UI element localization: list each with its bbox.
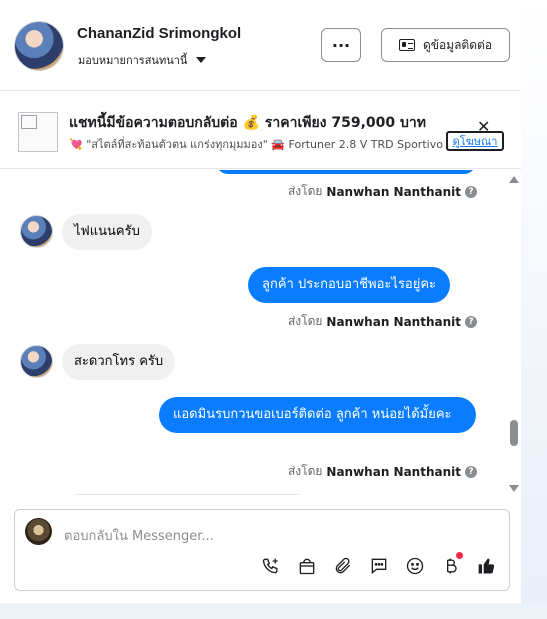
inbox-conversation-panel: ChananZid Srimongkol มอบหมายการสนทนานี้ … <box>0 0 521 603</box>
divider <box>75 494 300 495</box>
sender-name: Nanwhan Nanthanit <box>326 314 461 329</box>
close-icon[interactable]: ✕ <box>477 119 490 135</box>
ad-context-banner: แชทนี้มีข้อความตอบกลับต่อ 💰 ราคาเพียง 75… <box>0 91 521 169</box>
sender-name: Nanwhan Nanthanit <box>326 184 461 199</box>
outgoing-message-bubble[interactable]: ลูกค้า ประกอบอาชีพอะไรอยู่คะ <box>248 267 451 303</box>
assign-label: มอบหมายการสนทนานี้ <box>78 54 188 67</box>
paperclip-icon[interactable] <box>331 554 355 578</box>
outgoing-message-bubble-partial[interactable] <box>216 170 476 174</box>
ad-thumbnail-image <box>18 112 58 152</box>
phone-add-icon[interactable] <box>259 554 283 578</box>
view-ad-link[interactable]: ดูโฆษณา <box>446 131 504 151</box>
baht-icon[interactable] <box>439 552 463 578</box>
message-thread[interactable]: ส่งโดย Nanwhan Nanthanit ? ไฟแนนครับ ลูก… <box>0 170 521 496</box>
info-icon[interactable]: ? <box>465 185 477 198</box>
ad-subtitle: 💘 "สไตล์ที่สะท้อนตัวตน แกร่งทุกมุมมอง" 🚘… <box>69 138 443 151</box>
info-icon[interactable]: ? <box>465 315 477 328</box>
scrollbar-thumb[interactable] <box>510 420 518 446</box>
contact-avatar-small <box>20 345 53 378</box>
sent-by-label: ส่งโดย Nanwhan Nanthanit ? <box>288 182 477 201</box>
notification-dot <box>456 552 463 559</box>
info-icon[interactable]: ? <box>465 465 477 478</box>
id-card-icon <box>398 39 415 51</box>
incoming-message-bubble[interactable]: สะดวกโทร ครับ <box>62 344 176 380</box>
assign-conversation-dropdown[interactable]: มอบหมายการสนทนานี้ <box>78 51 207 69</box>
contact-name[interactable]: ChananZid Srimongkol <box>77 25 241 42</box>
sent-by-prefix: ส่งโดย <box>287 184 323 198</box>
view-contact-info-label: ดูข้อมูลติดต่อ <box>422 37 493 52</box>
sender-name: Nanwhan Nanthanit <box>326 464 461 479</box>
sent-by-prefix: ส่งโดย <box>287 314 323 328</box>
saved-replies-icon[interactable] <box>367 554 391 578</box>
thumbs-up-icon[interactable] <box>475 554 499 578</box>
conversation-header: ChananZid Srimongkol มอบหมายการสนทนานี้ … <box>0 0 521 91</box>
reply-composer: ตอบกลับใน Messenger... <box>14 509 510 591</box>
ad-title: แชทนี้มีข้อความตอบกลับต่อ 💰 ราคาเพียง 75… <box>69 115 427 131</box>
chevron-down-icon <box>196 57 207 63</box>
page-avatar <box>25 518 52 545</box>
contact-avatar[interactable] <box>14 21 64 71</box>
reply-input[interactable]: ตอบกลับใน Messenger... <box>64 525 214 546</box>
contact-avatar-small <box>20 215 53 248</box>
page-edge <box>521 0 547 619</box>
scroll-down-arrow-icon[interactable] <box>509 485 519 492</box>
composer-toolbar <box>259 552 499 578</box>
sent-by-label: ส่งโดย Nanwhan Nanthanit ? <box>288 312 477 331</box>
page-footer-edge <box>0 603 547 619</box>
sent-by-label: ส่งโดย Nanwhan Nanthanit ? <box>288 462 477 481</box>
sent-by-prefix: ส่งโดย <box>287 464 323 478</box>
shopping-bag-icon[interactable] <box>295 554 319 578</box>
incoming-message-bubble[interactable]: ไฟแนนครับ <box>62 214 152 250</box>
emoji-icon[interactable] <box>403 554 427 578</box>
view-contact-info-button[interactable]: ดูข้อมูลติดต่อ <box>381 28 510 62</box>
outgoing-message-bubble[interactable]: แอดมินรบกวนขอเบอร์ติดต่อ ลูกค้า หน่อยได้… <box>159 397 476 433</box>
scroll-up-arrow-icon[interactable] <box>509 176 519 183</box>
more-options-button[interactable]: ··· <box>321 28 361 62</box>
